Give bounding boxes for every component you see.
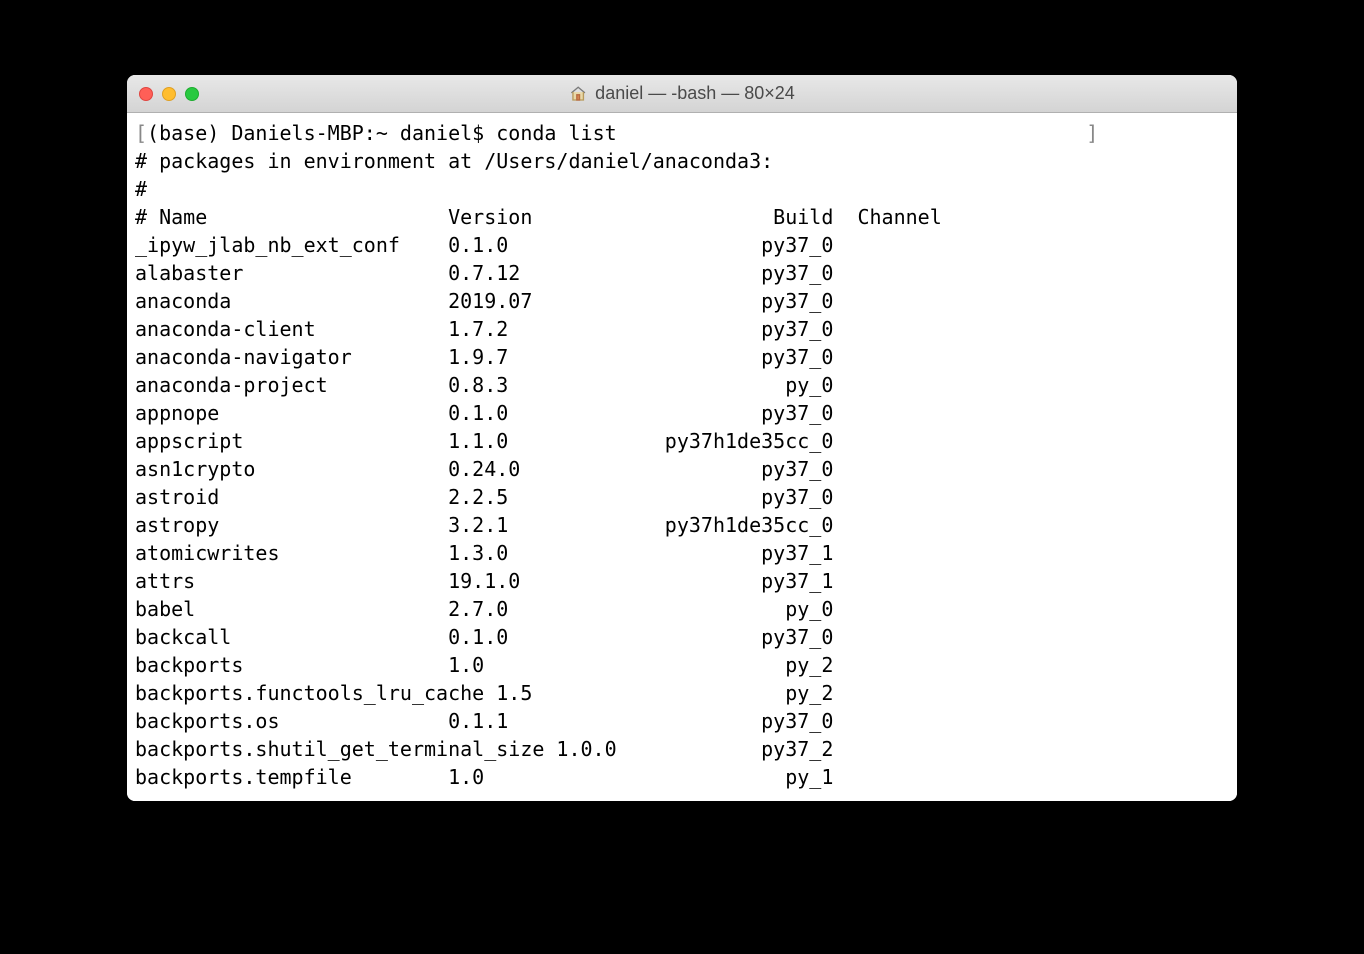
terminal-line: backports.os 0.1.1 py37_0 [135, 707, 1229, 735]
terminal-line: astroid 2.2.5 py37_0 [135, 483, 1229, 511]
terminal-line: _ipyw_jlab_nb_ext_conf 0.1.0 py37_0 [135, 231, 1229, 259]
terminal-line: anaconda-navigator 1.9.7 py37_0 [135, 343, 1229, 371]
terminal-line: asn1crypto 0.24.0 py37_0 [135, 455, 1229, 483]
terminal-line: anaconda-project 0.8.3 py_0 [135, 371, 1229, 399]
window-title-text: daniel — -bash — 80×24 [595, 83, 795, 104]
terminal-line: anaconda-client 1.7.2 py37_0 [135, 315, 1229, 343]
terminal-line: atomicwrites 1.3.0 py37_1 [135, 539, 1229, 567]
terminal-line: astropy 3.2.1 py37h1de35cc_0 [135, 511, 1229, 539]
terminal-line: appscript 1.1.0 py37h1de35cc_0 [135, 427, 1229, 455]
terminal-line: attrs 19.1.0 py37_1 [135, 567, 1229, 595]
terminal-line: appnope 0.1.0 py37_0 [135, 399, 1229, 427]
close-button[interactable] [139, 87, 153, 101]
home-icon [569, 85, 587, 103]
maximize-button[interactable] [185, 87, 199, 101]
terminal-line: babel 2.7.0 py_0 [135, 595, 1229, 623]
terminal-line: anaconda 2019.07 py37_0 [135, 287, 1229, 315]
terminal-line: # Name Version Build Channel [135, 203, 1229, 231]
terminal-line: # [135, 175, 1229, 203]
terminal-line: backcall 0.1.0 py37_0 [135, 623, 1229, 651]
terminal-line: backports.functools_lru_cache 1.5 py_2 [135, 679, 1229, 707]
terminal-line: backports.tempfile 1.0 py_1 [135, 763, 1229, 791]
terminal-body[interactable]: [(base) Daniels-MBP:~ daniel$ conda list… [127, 113, 1237, 801]
terminal-line: backports 1.0 py_2 [135, 651, 1229, 679]
terminal-window: daniel — -bash — 80×24 [(base) Daniels-M… [127, 75, 1237, 801]
window-title: daniel — -bash — 80×24 [569, 83, 795, 104]
traffic-lights [139, 87, 199, 101]
terminal-line: # packages in environment at /Users/dani… [135, 147, 1229, 175]
terminal-line: alabaster 0.7.12 py37_0 [135, 259, 1229, 287]
terminal-line: [(base) Daniels-MBP:~ daniel$ conda list… [135, 119, 1229, 147]
terminal-line: backports.shutil_get_terminal_size 1.0.0… [135, 735, 1229, 763]
title-bar: daniel — -bash — 80×24 [127, 75, 1237, 113]
minimize-button[interactable] [162, 87, 176, 101]
